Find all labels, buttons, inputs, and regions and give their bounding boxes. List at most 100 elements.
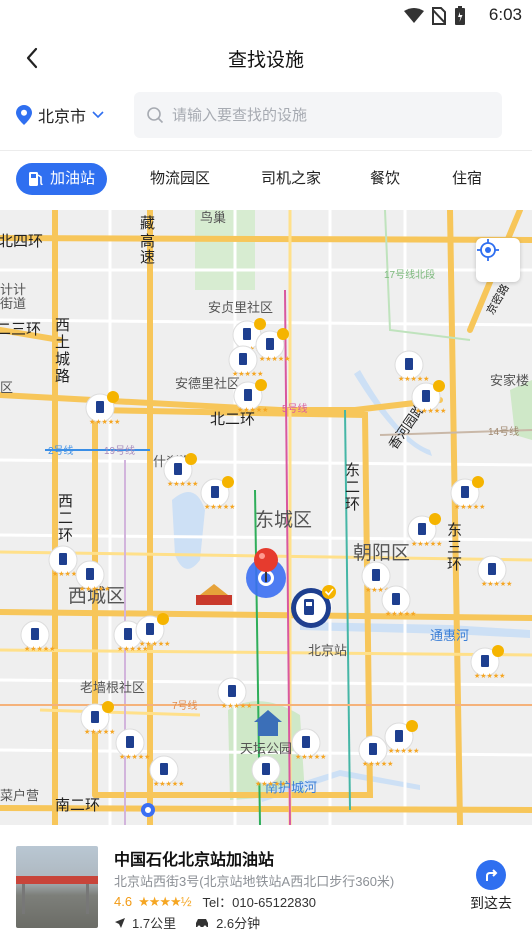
map-label: 高 [140, 233, 155, 250]
station-star-rating: ★★★★★ [295, 753, 326, 761]
tab-logistics-park[interactable]: 物流园区 [150, 163, 210, 195]
map-label: 2号线 [48, 444, 74, 457]
verified-badge-icon [222, 476, 234, 488]
map-label: 北四环 [0, 233, 43, 250]
map-label: 二 [58, 510, 73, 527]
map-label: 路 [55, 368, 70, 385]
wifi-icon [404, 8, 424, 23]
rating-stars: ★★★★½ [138, 893, 191, 909]
verified-badge-icon [107, 391, 119, 403]
verified-badge-icon [406, 720, 418, 732]
page-title: 查找设施 [227, 50, 304, 71]
status-time: 6:03 [488, 5, 522, 24]
station-star-rating: ★★★★★ [259, 355, 290, 363]
verified-badge-icon [157, 613, 169, 625]
station-star-rating: ★★★★★ [474, 672, 505, 680]
map-label: 安德里社区 [175, 376, 240, 391]
chevron-down-icon [92, 111, 104, 119]
map-label: 7号线 [172, 699, 198, 712]
map-label: 鸟巢 [200, 210, 226, 225]
station-star-rating: ★★★★★ [454, 503, 485, 511]
station-phone[interactable]: Tel：010-65122830 [203, 892, 316, 911]
navigate-label: 到这去 [470, 895, 512, 911]
station-star-rating: ★★★★★ [84, 728, 115, 736]
header: 查找设施 [0, 30, 532, 86]
search-box [134, 92, 502, 138]
station-star-rating: ★★★★★ [221, 702, 252, 710]
verified-badge-icon [277, 328, 289, 340]
station-distance: 1.7公里 [132, 916, 177, 931]
station-address: 北京站西街3号(北京站地铁站A西北口步行360米) [114, 874, 395, 889]
station-star-rating: ★★★★★ [385, 610, 416, 618]
map-canvas: 鸟巢 藏 高 速 北四环 计计 街道 二三环 区 西 土 城 路 安贞里社区 安… [0, 210, 532, 825]
search-input[interactable] [172, 106, 492, 124]
station-star-rating: ★★★★★ [167, 480, 198, 488]
tab-lodging[interactable]: 住宿 [452, 163, 482, 195]
station-star-rating: ★★★★★ [24, 645, 55, 653]
station-star-rating: ★★★★★ [232, 370, 263, 378]
station-name: 中国石化北京站加油站 [114, 852, 275, 869]
map-label: 朝阳区 [353, 542, 410, 564]
station-star-rating: ★★★★★ [119, 753, 150, 761]
station-star-rating: ★★★★★ [481, 580, 512, 588]
station-distance-row: 1.7公里 2.6分钟 [114, 913, 260, 932]
map-label: 东 [447, 522, 462, 539]
verified-badge-icon [102, 701, 114, 713]
tab-driver-home[interactable]: 司机之家 [261, 163, 321, 195]
tab-gas-station[interactable]: 加油站 [16, 163, 108, 195]
map-label: 速 [140, 249, 155, 266]
search-icon [147, 107, 164, 124]
map-label: 天坛公园 [240, 741, 292, 756]
map-label: 东 [345, 462, 360, 479]
route-icon [476, 860, 506, 890]
map-label: 19号线 [104, 444, 135, 457]
map-label: 区 [0, 380, 13, 395]
lake [172, 492, 205, 569]
station-star-rating: ★★★★★ [153, 780, 184, 788]
station-star-rating: ★★★★★ [255, 780, 286, 788]
search-row: 北京市 [0, 90, 532, 140]
map-label: 5号线 [282, 402, 308, 415]
map-label: 通惠河 [430, 628, 469, 643]
map-label: 环 [345, 496, 360, 513]
map-label: 安家楼 [490, 373, 529, 388]
navigate-button[interactable]: 到这去 [466, 860, 516, 913]
map-label: 菜户营 [0, 788, 39, 803]
city-selector[interactable]: 北京市 [16, 100, 104, 130]
map-label: 藏 [140, 215, 155, 232]
station-photo [16, 846, 98, 928]
map-label: 老墙根社区 [80, 680, 145, 695]
verified-badge-icon [433, 380, 445, 392]
verified-badge-icon [185, 453, 197, 465]
station-card[interactable]: 中国石化北京站加油站 北京站西街3号(北京站地铁站A西北口步行360米) 4.6… [0, 826, 532, 945]
tab-dining[interactable]: 餐饮 [370, 163, 400, 195]
locate-button[interactable] [476, 238, 520, 282]
no-sim-icon [432, 7, 446, 25]
tab-label: 加油站 [50, 170, 96, 187]
station-star-rating: ★★★★★ [79, 585, 110, 593]
navigation-arrow-icon [115, 917, 125, 928]
gas-pump-icon [29, 172, 43, 186]
map-label: 西 [55, 317, 70, 334]
map-label: 南二环 [55, 797, 100, 814]
map-label: 东城区 [255, 509, 312, 531]
battery-icon [455, 6, 465, 25]
station-star-rating: ★★★★★ [204, 503, 235, 511]
location-pin-icon [16, 105, 32, 125]
map-label: 北京站 [308, 643, 347, 658]
map-label: 街道 [0, 296, 26, 311]
locate-icon [477, 239, 499, 261]
map-label: 环 [58, 527, 73, 544]
metro-station-icon [141, 803, 155, 817]
verified-badge-icon [255, 379, 267, 391]
station-star-rating: ★★★★★ [398, 375, 429, 383]
station-star-rating: ★★★★★ [237, 406, 268, 414]
station-star-rating: ★★★★★ [89, 418, 120, 426]
verified-badge-icon [429, 513, 441, 525]
map-view[interactable]: 鸟巢 藏 高 速 北四环 计计 街道 二三环 区 西 土 城 路 安贞里社区 安… [0, 210, 532, 825]
map-label: 城 [55, 351, 70, 368]
divider [0, 150, 532, 151]
status-icons [404, 6, 466, 26]
map-label: 安贞里社区 [208, 300, 273, 315]
city-name: 北京市 [38, 109, 87, 126]
